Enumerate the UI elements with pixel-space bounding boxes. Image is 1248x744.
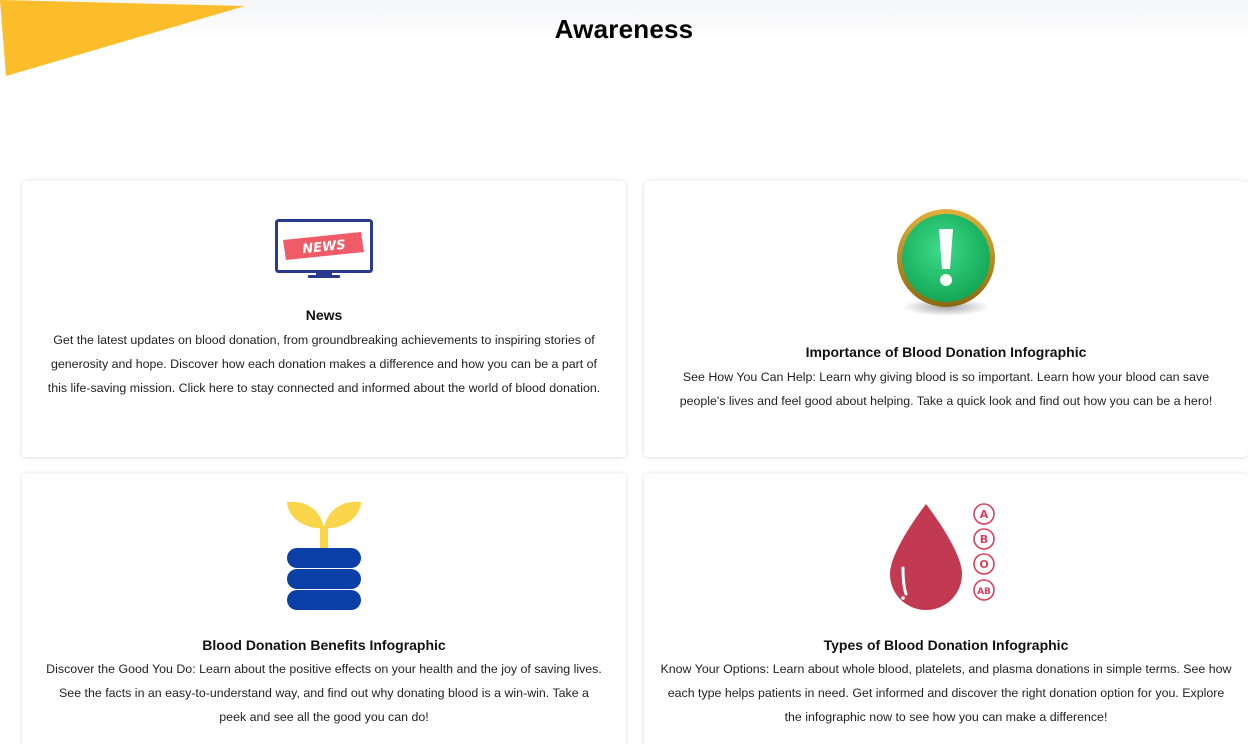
importance-infographic-card[interactable]: Importance of Blood Donation Infographic… [644,181,1248,457]
exclamation-circle-icon [897,209,995,316]
news-card[interactable]: NEWS News Get the latest updates on bloo… [22,181,626,457]
svg-text:O: O [979,558,988,571]
card-description: See How You Can Help: Learn why giving b… [679,370,1213,408]
types-infographic-card[interactable]: A B O AB Types of Blood Donation Infogra… [644,474,1248,744]
svg-text:B: B [980,533,988,546]
svg-text:AB: AB [977,587,991,597]
benefits-infographic-card[interactable]: Blood Donation Benefits Infographic Disc… [22,474,626,744]
awareness-page: Awareness NEWS News Get the latest updat… [0,0,1248,744]
card-title: News [305,307,343,323]
news-monitor-icon: NEWS [275,219,373,278]
svg-text:A: A [980,508,989,521]
card-title: Importance of Blood Donation Infographic [805,344,1087,360]
card-description: Discover the Good You Do: Learn about th… [46,662,602,724]
card-description: Know Your Options: Learn about whole blo… [660,662,1232,724]
sprout-plant-icon [287,501,361,610]
blood-drop-types-icon: A B O AB [890,503,995,610]
card-description: Get the latest updates on blood donation… [47,333,601,395]
page-title: Awareness [554,14,694,44]
card-title: Types of Blood Donation Infographic [823,637,1069,653]
card-title: Blood Donation Benefits Infographic [202,637,446,653]
